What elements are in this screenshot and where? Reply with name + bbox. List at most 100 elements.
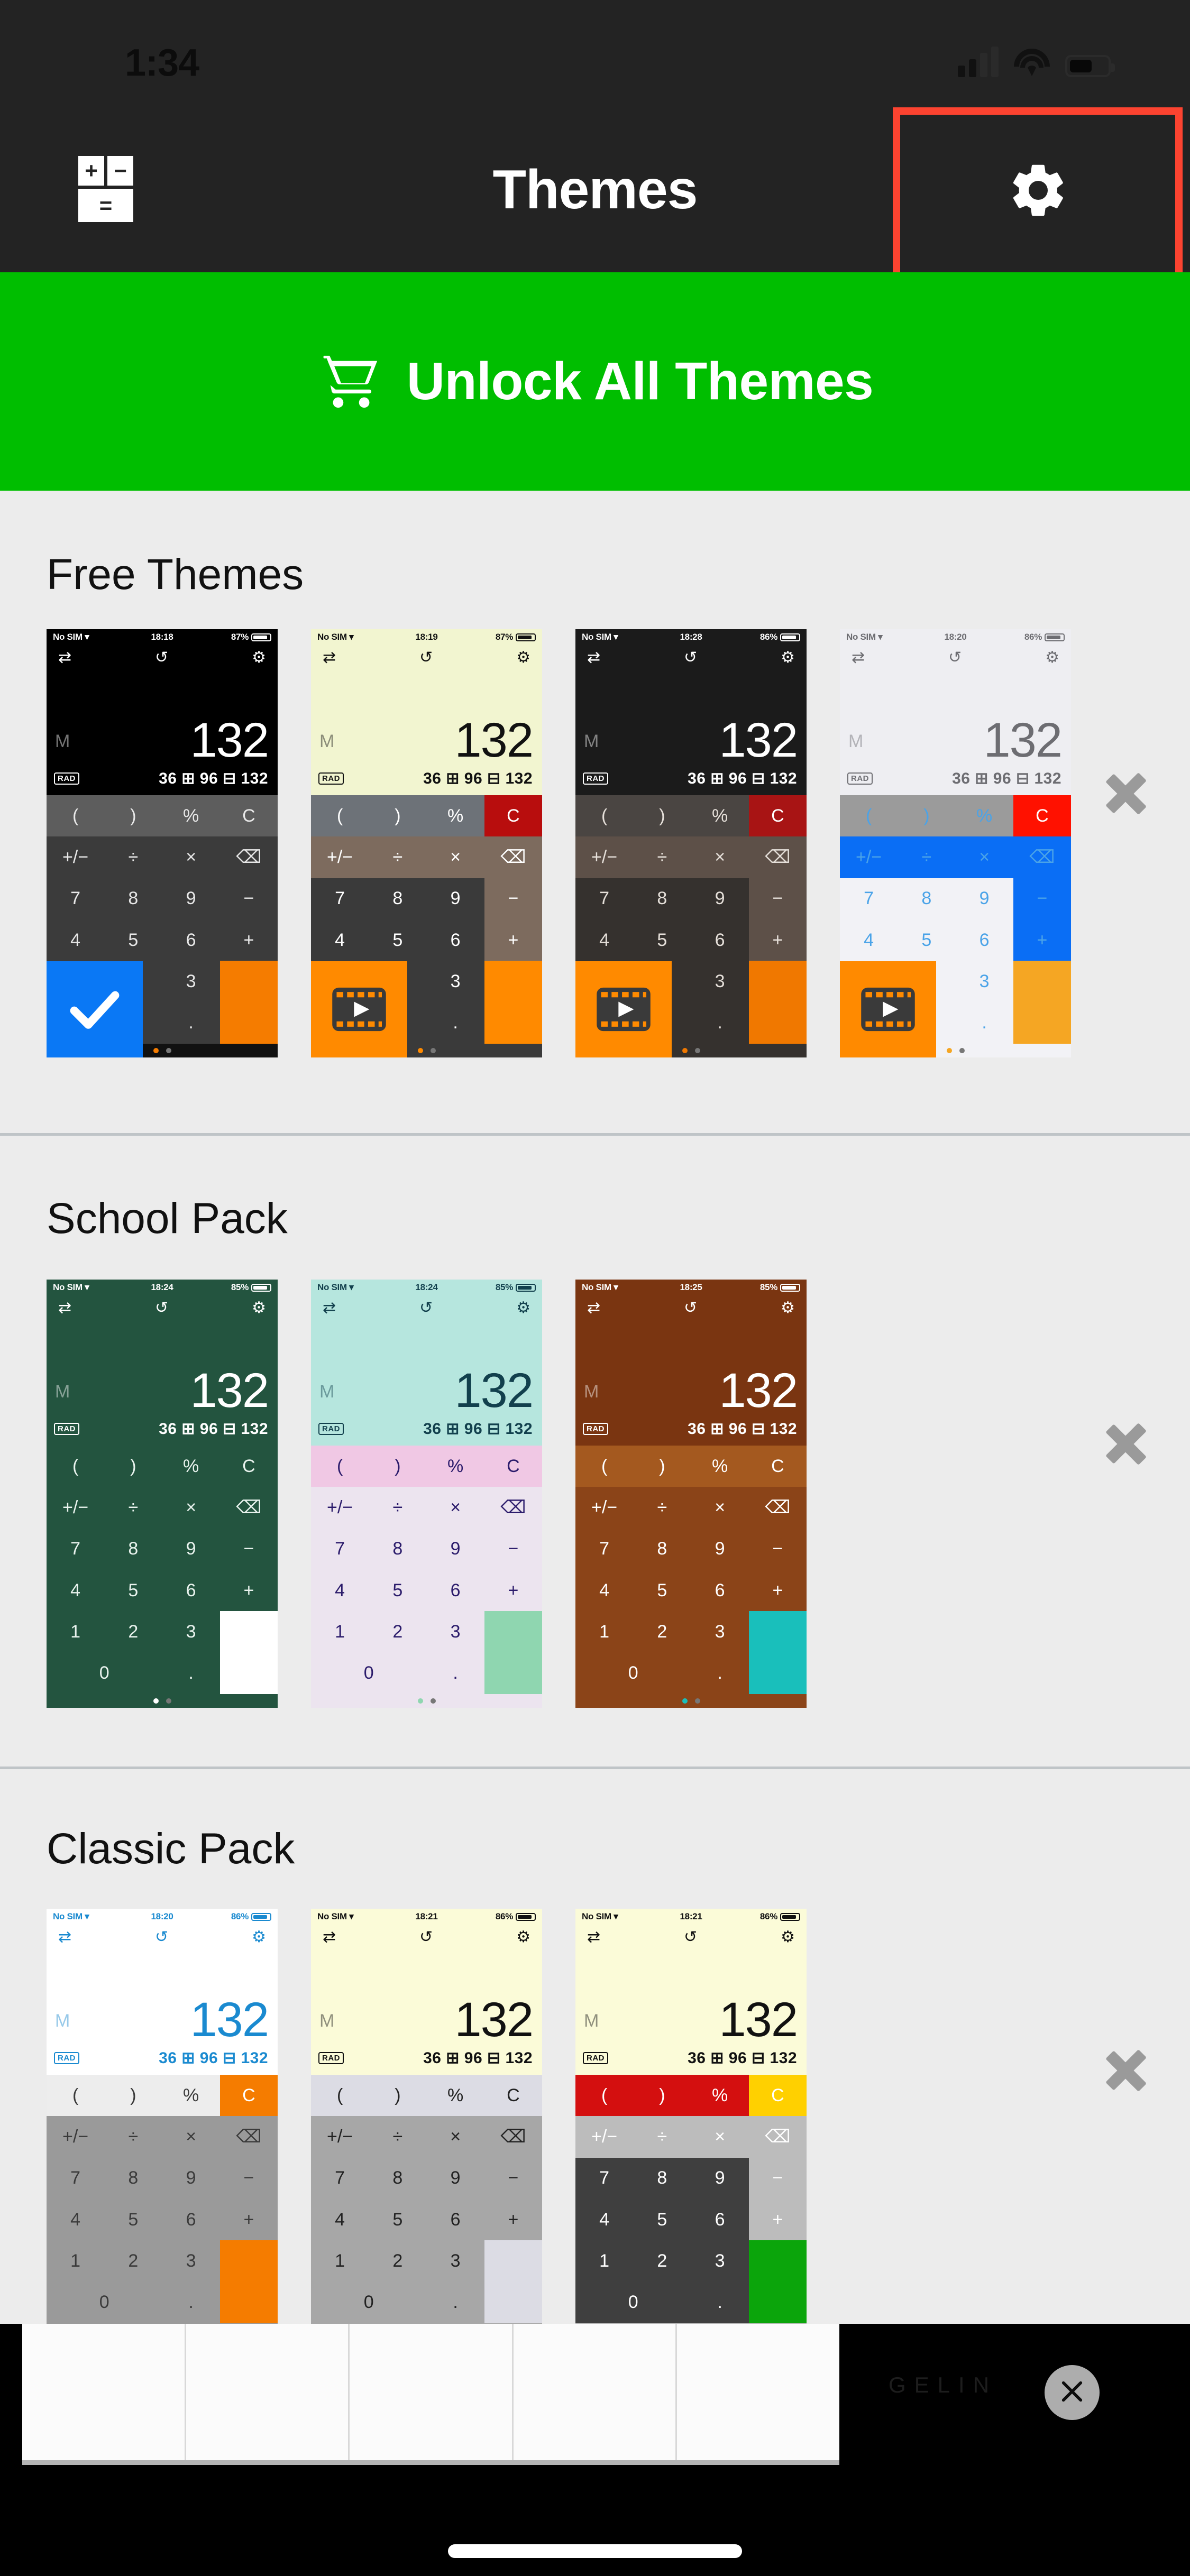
ad-creative-panels — [22, 2324, 839, 2461]
theme-carrier: No SIM ▾ — [53, 1282, 126, 1293]
theme-swap-icon: ⇄ — [323, 1299, 336, 1317]
theme-video-unlock-badge[interactable] — [840, 961, 936, 1057]
theme-key: + — [749, 919, 807, 961]
theme-key: ) — [369, 795, 426, 836]
calc-icon-plus: + — [78, 156, 104, 186]
theme-settings-icon: ⚙ — [516, 1299, 530, 1317]
theme-key: 9 — [691, 878, 749, 919]
theme-selected-badge — [47, 961, 143, 1057]
theme-key: 7 — [311, 2158, 369, 2199]
theme-angle-mode: RAD — [318, 2052, 344, 2064]
theme-key: . — [427, 1002, 484, 1044]
theme-key: 7 — [311, 878, 369, 919]
theme-key: 1 — [311, 2240, 369, 2281]
theme-video-unlock-badge[interactable] — [575, 961, 672, 1057]
theme-key: C — [749, 2075, 807, 2116]
theme-card[interactable]: No SIM ▾18:1887%⇄↺⚙MRAD13236 ⊞ 96 ⊟ 132(… — [47, 629, 278, 1057]
theme-key: 4 — [47, 2199, 104, 2240]
theme-video-unlock-badge[interactable] — [311, 961, 407, 1057]
theme-key: 6 — [162, 2199, 220, 2240]
theme-key — [220, 961, 278, 1044]
theme-key: − — [484, 1529, 542, 1570]
theme-history-icon: ↺ — [419, 1928, 433, 1946]
theme-key: 1 — [575, 2240, 633, 2281]
theme-card[interactable]: No SIM ▾18:2485%⇄↺⚙MRAD13236 ⊞ 96 ⊟ 132(… — [311, 1280, 542, 1708]
theme-key: 3 — [162, 2240, 220, 2281]
theme-key: +/− — [575, 1487, 633, 1528]
section-divider — [0, 1767, 1190, 1769]
theme-keypad: ()%C+/−÷×⌫789−456+1230. — [575, 1446, 807, 1694]
theme-key — [484, 2240, 542, 2323]
settings-button[interactable] — [894, 108, 1182, 272]
theme-key: 3 — [691, 1611, 749, 1652]
theme-key: % — [162, 795, 220, 836]
unlock-all-themes-banner[interactable]: Unlock All Themes — [0, 272, 1190, 491]
theme-key: 6 — [162, 1570, 220, 1611]
theme-key: 5 — [369, 1570, 426, 1611]
theme-key: % — [427, 1446, 484, 1487]
theme-key: × — [427, 2116, 484, 2157]
theme-key: 2 — [369, 2240, 426, 2281]
chevron-right-icon[interactable] — [1100, 2025, 1153, 2104]
theme-display-expression: 36 ⊞ 96 ⊟ 132 — [159, 2049, 268, 2067]
theme-key: % — [691, 2075, 749, 2116]
theme-key: 6 — [691, 919, 749, 961]
theme-key: − — [1013, 878, 1071, 919]
theme-key: . — [162, 2282, 220, 2323]
chevron-right-icon[interactable] — [1100, 748, 1153, 827]
theme-display-value: 132 — [455, 1995, 533, 2044]
theme-memory-indicator: M — [584, 1382, 599, 1402]
theme-history-icon: ↺ — [684, 648, 697, 667]
theme-swap-icon: ⇄ — [587, 1928, 600, 1946]
theme-card[interactable]: No SIM ▾18:2886%⇄↺⚙MRAD13236 ⊞ 96 ⊟ 132(… — [575, 629, 807, 1057]
check-icon — [64, 979, 125, 1040]
theme-carousel[interactable]: No SIM ▾18:2086%⇄↺⚙MRAD13236 ⊞ 96 ⊟ 132(… — [47, 1909, 807, 2337]
theme-angle-mode: RAD — [583, 2052, 608, 2064]
unlock-all-themes-label: Unlock All Themes — [407, 351, 873, 412]
theme-settings-icon: ⚙ — [781, 1928, 795, 1946]
theme-key: % — [162, 1446, 220, 1487]
theme-battery: 86% — [727, 1911, 800, 1922]
theme-key: − — [749, 1529, 807, 1570]
theme-key: % — [162, 2075, 220, 2116]
theme-card[interactable]: No SIM ▾18:1987%⇄↺⚙MRAD13236 ⊞ 96 ⊟ 132(… — [311, 629, 542, 1057]
theme-key: × — [427, 836, 484, 878]
theme-key: 2 — [104, 2240, 162, 2281]
video-play-icon — [857, 979, 919, 1040]
theme-key: ) — [633, 1446, 691, 1487]
close-icon — [1057, 2377, 1087, 2409]
theme-carousel[interactable]: No SIM ▾18:2485%⇄↺⚙MRAD13236 ⊞ 96 ⊟ 132(… — [47, 1280, 807, 1708]
theme-key: . — [691, 1653, 749, 1694]
ad-brand-label: GELIN — [889, 2372, 997, 2398]
theme-key — [484, 1611, 542, 1694]
advertisement-banner[interactable]: GELIN — [0, 2324, 1190, 2576]
chevron-right-icon[interactable] — [1100, 1399, 1153, 1478]
theme-card[interactable]: No SIM ▾18:2186%⇄↺⚙MRAD13236 ⊞ 96 ⊟ 132(… — [575, 1909, 807, 2337]
section-title: Free Themes — [47, 550, 304, 600]
calc-icon-minus: − — [107, 156, 133, 186]
theme-key — [749, 1611, 807, 1694]
theme-swap-icon: ⇄ — [323, 648, 336, 667]
theme-time: 18:18 — [126, 632, 199, 642]
theme-key: . — [427, 2282, 484, 2323]
theme-card[interactable]: No SIM ▾18:2186%⇄↺⚙MRAD13236 ⊞ 96 ⊟ 132(… — [311, 1909, 542, 2337]
ad-panel-shadow — [22, 2460, 839, 2465]
theme-key: 9 — [691, 1529, 749, 1570]
theme-battery: 87% — [198, 632, 271, 642]
theme-key: ) — [369, 1446, 426, 1487]
theme-card[interactable]: No SIM ▾18:2485%⇄↺⚙MRAD13236 ⊞ 96 ⊟ 132(… — [47, 1280, 278, 1708]
theme-card[interactable]: No SIM ▾18:2585%⇄↺⚙MRAD13236 ⊞ 96 ⊟ 132(… — [575, 1280, 807, 1708]
close-ad-button[interactable] — [1045, 2365, 1100, 2420]
theme-key: ÷ — [104, 836, 162, 878]
theme-key: 0 — [47, 2282, 162, 2323]
theme-key: 1 — [47, 1611, 104, 1652]
theme-key: 7 — [575, 2158, 633, 2199]
theme-card[interactable]: No SIM ▾18:2086%⇄↺⚙MRAD13236 ⊞ 96 ⊟ 132(… — [840, 629, 1071, 1057]
theme-settings-icon: ⚙ — [252, 1299, 266, 1317]
theme-keypad: ()%C+/−÷×⌫789−456+1230. — [47, 1446, 278, 1694]
calculator-icon[interactable]: + − = — [78, 156, 133, 222]
theme-carousel[interactable]: No SIM ▾18:1887%⇄↺⚙MRAD13236 ⊞ 96 ⊟ 132(… — [47, 629, 1071, 1057]
theme-key: × — [162, 836, 220, 878]
theme-key: ⌫ — [749, 1487, 807, 1528]
theme-card[interactable]: No SIM ▾18:2086%⇄↺⚙MRAD13236 ⊞ 96 ⊟ 132(… — [47, 1909, 278, 2337]
